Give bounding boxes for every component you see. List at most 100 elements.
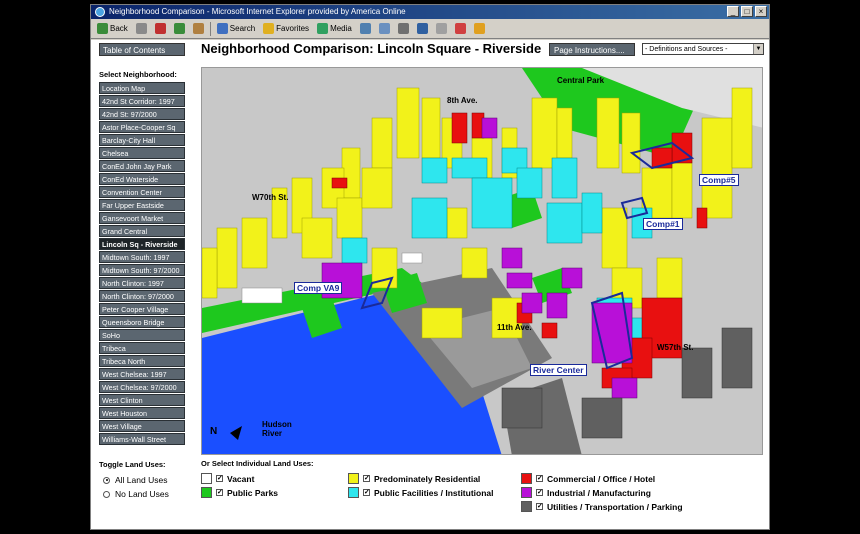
forward-arrow-icon xyxy=(135,23,147,34)
radio-selected-icon[interactable] xyxy=(103,476,110,484)
neighborhood-item[interactable]: Gansevoort Market xyxy=(99,212,185,224)
all-land-uses-radio[interactable]: All Land Uses xyxy=(103,475,167,485)
browser-window: Neighborhood Comparison - Microsoft Inte… xyxy=(90,4,770,530)
legend-swatch xyxy=(348,473,359,484)
neighborhood-item[interactable]: 42nd St Corridor: 1997 xyxy=(99,95,185,107)
neighborhood-item[interactable]: West Houston xyxy=(99,407,185,419)
page-content: Table of Contents Neighborhood Compariso… xyxy=(91,40,769,529)
close-button[interactable]: × xyxy=(755,6,767,17)
discuss-button[interactable] xyxy=(434,22,449,35)
legend-item[interactable]: ✓ Public Parks xyxy=(201,487,278,498)
messenger-button[interactable] xyxy=(453,22,468,35)
neighborhood-item[interactable]: West Chelsea: 97/2000 xyxy=(99,381,185,393)
neighborhood-item[interactable]: West Chelsea: 1997 xyxy=(99,368,185,380)
favorites-button[interactable]: Favorites xyxy=(261,22,311,35)
history-icon xyxy=(359,23,371,34)
checkbox-checked-icon[interactable]: ✓ xyxy=(216,475,223,482)
neighborhood-item[interactable]: Convention Center xyxy=(99,186,185,198)
neighborhood-item[interactable]: Far Upper Eastside xyxy=(99,199,185,211)
legend-item[interactable]: ✓ Predominately Residential xyxy=(348,473,480,484)
neighborhood-item[interactable]: 42nd St: 97/2000 xyxy=(99,108,185,120)
comp1-label[interactable]: Comp#1 xyxy=(643,218,683,230)
legend-item[interactable]: ✓ Industrial / Manufacturing xyxy=(521,487,651,498)
neighborhood-list: Location Map 42nd St Corridor: 1997 42nd S… xyxy=(99,82,185,446)
legend-title: Or Select Individual Land Uses: xyxy=(201,459,314,468)
legend-swatch xyxy=(201,487,212,498)
neighborhood-item[interactable]: West Village xyxy=(99,420,185,432)
eleventh-ave-label: 11th Ave. xyxy=(497,323,532,332)
mail-button[interactable] xyxy=(377,22,392,35)
north-label: N xyxy=(210,426,218,437)
radio-unselected-icon[interactable] xyxy=(103,490,110,498)
checkbox-checked-icon[interactable]: ✓ xyxy=(216,489,223,496)
legend-item[interactable]: ✓ Public Facilities / Institutional xyxy=(348,487,494,498)
favorites-star-icon xyxy=(263,23,275,34)
checkbox-checked-icon[interactable]: ✓ xyxy=(363,475,370,482)
central-park-label: Central Park xyxy=(557,76,605,85)
neighborhood-item[interactable]: Location Map xyxy=(99,82,185,94)
neighborhood-item[interactable]: North Clinton: 97/2000 xyxy=(99,290,185,302)
neighborhood-item[interactable]: Midtown South: 97/2000 xyxy=(99,264,185,276)
legend-swatch xyxy=(348,487,359,498)
neighborhood-item[interactable]: Grand Central xyxy=(99,225,185,237)
refresh-icon xyxy=(173,23,185,34)
neighborhood-item[interactable]: West Clinton xyxy=(99,394,185,406)
neighborhood-item[interactable]: Midtown South: 1997 xyxy=(99,251,185,263)
neighborhood-item[interactable]: Lincoln Sq - Riverside xyxy=(99,238,185,250)
neighborhood-item[interactable]: Peter Cooper Village xyxy=(99,303,185,315)
window-title: Neighborhood Comparison - Microsoft Inte… xyxy=(109,7,406,16)
discuss-icon xyxy=(435,23,447,34)
neighborhood-item[interactable]: Tribeca xyxy=(99,342,185,354)
maximize-button[interactable]: □ xyxy=(741,6,753,17)
page-instructions-button[interactable]: Page Instructions.... xyxy=(549,43,635,56)
neighborhood-item[interactable]: SoHo xyxy=(99,329,185,341)
back-button[interactable]: Back xyxy=(95,22,130,35)
checkbox-checked-icon[interactable]: ✓ xyxy=(536,489,543,496)
media-button[interactable]: Media xyxy=(315,22,354,35)
neighborhood-item[interactable]: Barclay-City Hall xyxy=(99,134,185,146)
definitions-select[interactable]: - Definitions and Sources - ▼ xyxy=(642,43,764,55)
print-button[interactable] xyxy=(396,22,411,35)
checkbox-checked-icon[interactable]: ✓ xyxy=(536,503,543,510)
neighborhood-item[interactable]: North Clinton: 1997 xyxy=(99,277,185,289)
print-icon xyxy=(397,23,409,34)
legend-label: Utilities / Transportation / Parking xyxy=(547,501,683,512)
stop-icon xyxy=(154,23,166,34)
home-button[interactable] xyxy=(191,22,206,35)
neighborhood-item[interactable]: Queensboro Bridge xyxy=(99,316,185,328)
browser-toolbar: Back Search Favorites Media xyxy=(91,19,769,39)
aim-button[interactable] xyxy=(472,22,487,35)
legend-item[interactable]: ✓ Commercial / Office / Hotel xyxy=(521,473,655,484)
table-of-contents-button[interactable]: Table of Contents xyxy=(99,43,185,56)
no-land-uses-radio[interactable]: No Land Uses xyxy=(103,489,169,499)
legend-item[interactable]: ✓ Vacant xyxy=(201,473,254,484)
neighborhood-item[interactable]: Tribeca North xyxy=(99,355,185,367)
legend-swatch xyxy=(521,501,532,512)
legend-item[interactable]: ✓ Utilities / Transportation / Parking xyxy=(521,501,683,512)
search-button[interactable]: Search xyxy=(215,22,257,35)
page-title: Neighborhood Comparison: Lincoln Square … xyxy=(201,41,542,56)
stop-button[interactable] xyxy=(153,22,168,35)
neighborhood-item[interactable]: Chelsea xyxy=(99,147,185,159)
neighborhood-item[interactable]: ConEd John Jay Park xyxy=(99,160,185,172)
compva9-label[interactable]: Comp VA9 xyxy=(294,282,343,294)
land-use-3d-map[interactable]: Central Park 8th Ave. W70th St. 11th Ave… xyxy=(201,67,763,455)
legend-swatch xyxy=(521,487,532,498)
checkbox-checked-icon[interactable]: ✓ xyxy=(536,475,543,482)
chevron-down-icon[interactable]: ▼ xyxy=(753,44,763,54)
checkbox-checked-icon[interactable]: ✓ xyxy=(363,489,370,496)
forward-button[interactable] xyxy=(134,22,149,35)
history-button[interactable] xyxy=(358,22,373,35)
neighborhood-item[interactable]: Williams-Wall Street xyxy=(99,433,185,445)
comp5-label[interactable]: Comp#5 xyxy=(699,174,739,186)
legend-swatch xyxy=(201,473,212,484)
neighborhood-item[interactable]: ConEd Waterside xyxy=(99,173,185,185)
legend-label: Public Facilities / Institutional xyxy=(374,487,494,498)
minimize-button[interactable]: _ xyxy=(727,6,739,17)
edit-button[interactable] xyxy=(415,22,430,35)
back-arrow-icon xyxy=(97,23,108,34)
refresh-button[interactable] xyxy=(172,22,187,35)
river-center-label[interactable]: River Center xyxy=(530,364,587,376)
neighborhood-item[interactable]: Astor Place-Cooper Sq xyxy=(99,121,185,133)
legend-label: Vacant xyxy=(227,473,255,484)
